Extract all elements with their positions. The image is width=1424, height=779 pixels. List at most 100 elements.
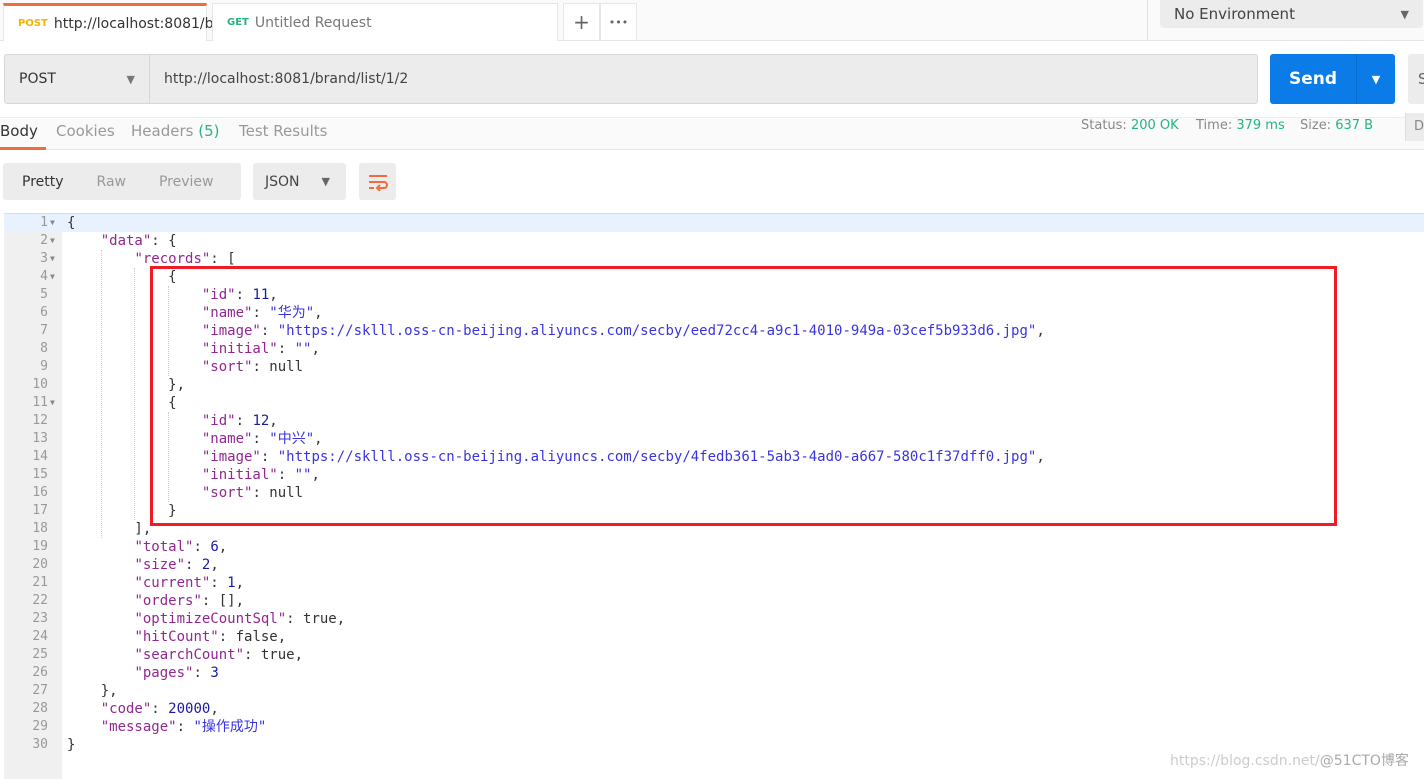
tab-method: GET	[227, 17, 249, 28]
code-token: :	[193, 539, 211, 555]
size-value: 637 B	[1335, 118, 1374, 133]
fold-chevron-icon[interactable]: ▼	[50, 394, 55, 412]
code-text: "optimizeCountSql": true,	[67, 610, 345, 628]
tab-body[interactable]: Body	[0, 120, 46, 150]
code-text: "code": 20000,	[67, 700, 219, 718]
code-token: : [],	[201, 593, 245, 609]
more-tabs-button[interactable]: •••	[600, 3, 637, 41]
tab-label: Headers	[131, 122, 194, 140]
code-text: "orders": [],	[67, 592, 244, 610]
fold-chevron-icon[interactable]: ▼	[50, 250, 55, 268]
code-text: "current": 1,	[67, 574, 244, 592]
code-line: 29 "message": "操作成功"	[4, 718, 1424, 736]
time-label: Time:	[1196, 118, 1233, 133]
environment-value: No Environment	[1174, 5, 1295, 23]
tab-headers[interactable]: Headers (5)	[131, 120, 219, 150]
code-text: "size": 2,	[67, 556, 218, 574]
tab-post-brand-list[interactable]: POST http://localhost:8081/brand/list	[3, 3, 271, 41]
code-line: 23 "optimizeCountSql": true,	[4, 610, 1424, 628]
status-readout: Status: 200 OK	[1081, 118, 1179, 133]
environment-select[interactable]: No Environment ▼	[1160, 0, 1423, 28]
send-button[interactable]: Send	[1270, 54, 1357, 104]
method-select[interactable]: POST ▼	[5, 55, 150, 103]
line-number: 12	[32, 413, 48, 428]
code-token: "code"	[100, 701, 152, 717]
line-number: 13	[32, 431, 48, 446]
code-token: :	[176, 719, 194, 735]
response-tabs: Body Cookies Headers (5) Test Results St…	[0, 117, 1424, 150]
line-number: 5	[40, 287, 48, 302]
indent-guide	[134, 268, 135, 520]
watermark-url: https://blog.csdn.net/	[1170, 753, 1320, 769]
code-token: :	[210, 575, 228, 591]
status-label: Status:	[1081, 118, 1127, 133]
size-readout: Size: 637 B	[1300, 118, 1373, 133]
line-number: 29	[32, 719, 48, 734]
code-token: 6	[210, 539, 219, 555]
code-line: 28 "code": 20000,	[4, 700, 1424, 718]
code-token: },	[67, 683, 118, 699]
code-token: {	[67, 215, 76, 231]
fold-chevron-icon[interactable]: ▼	[50, 268, 55, 286]
code-text: "data": {	[67, 232, 177, 250]
send-options-chevron-icon[interactable]: ▼	[1357, 54, 1395, 104]
line-number: 30	[32, 737, 48, 752]
code-token: }	[67, 737, 76, 753]
code-token: "操作成功"	[193, 719, 267, 735]
format-select[interactable]: JSON ▼	[253, 163, 346, 200]
line-number: 3	[40, 251, 48, 266]
code-token: :	[193, 665, 211, 681]
line-number: 9	[40, 359, 48, 374]
line-number: 7	[40, 323, 48, 338]
tab-label: Untitled Request	[254, 14, 372, 31]
code-token: "searchCount"	[134, 647, 245, 663]
code-token: 1	[227, 575, 236, 591]
tab-cookies[interactable]: Cookies	[56, 120, 115, 150]
line-number: 1	[40, 215, 48, 230]
save-button[interactable]: S	[1408, 54, 1424, 104]
code-token: ,	[210, 701, 219, 717]
code-text: }	[67, 736, 75, 754]
chevron-down-icon: ▼	[126, 72, 135, 86]
code-text: "total": 6,	[67, 538, 227, 556]
time-readout: Time: 379 ms	[1196, 118, 1285, 133]
code-line: 24 "hitCount": false,	[4, 628, 1424, 646]
line-number: 4	[40, 269, 48, 284]
code-text: "message": "操作成功"	[67, 718, 267, 736]
view-preview[interactable]: Preview	[159, 174, 214, 190]
wrap-lines-button[interactable]	[359, 163, 396, 200]
code-token: "total"	[134, 539, 194, 555]
tab-test-results[interactable]: Test Results	[239, 120, 327, 150]
code-token: "hitCount"	[134, 629, 219, 645]
size-label: Size:	[1300, 118, 1332, 133]
tab-method: POST	[18, 18, 48, 29]
code-line: 1 ▼ {	[4, 214, 1424, 232]
view-raw[interactable]: Raw	[97, 174, 126, 190]
code-token: 3	[210, 665, 219, 681]
code-token: "orders"	[134, 593, 202, 609]
code-token: : true,	[286, 611, 346, 627]
watermark: https://blog.csdn.net/@51CTO博客	[1170, 750, 1409, 770]
code-token: "current"	[134, 575, 211, 591]
code-token: :	[151, 701, 169, 717]
tab-untitled-request[interactable]: GET Untitled Request	[212, 3, 558, 41]
url-input[interactable]: http://localhost:8081/brand/list/1/2	[150, 55, 408, 103]
download-button[interactable]: D	[1405, 113, 1424, 141]
code-text: ],	[67, 520, 151, 538]
code-token: "optimizeCountSql"	[134, 611, 287, 627]
indent-guide	[101, 250, 102, 538]
line-number: 18	[32, 521, 48, 536]
view-pretty[interactable]: Pretty	[22, 174, 64, 190]
add-tab-button[interactable]: +	[563, 3, 600, 41]
fold-chevron-icon[interactable]: ▼	[50, 214, 55, 232]
fold-chevron-icon[interactable]: ▼	[50, 232, 55, 250]
code-token: : [	[210, 251, 236, 267]
code-token: : {	[151, 233, 177, 249]
code-token: ,	[218, 539, 228, 555]
